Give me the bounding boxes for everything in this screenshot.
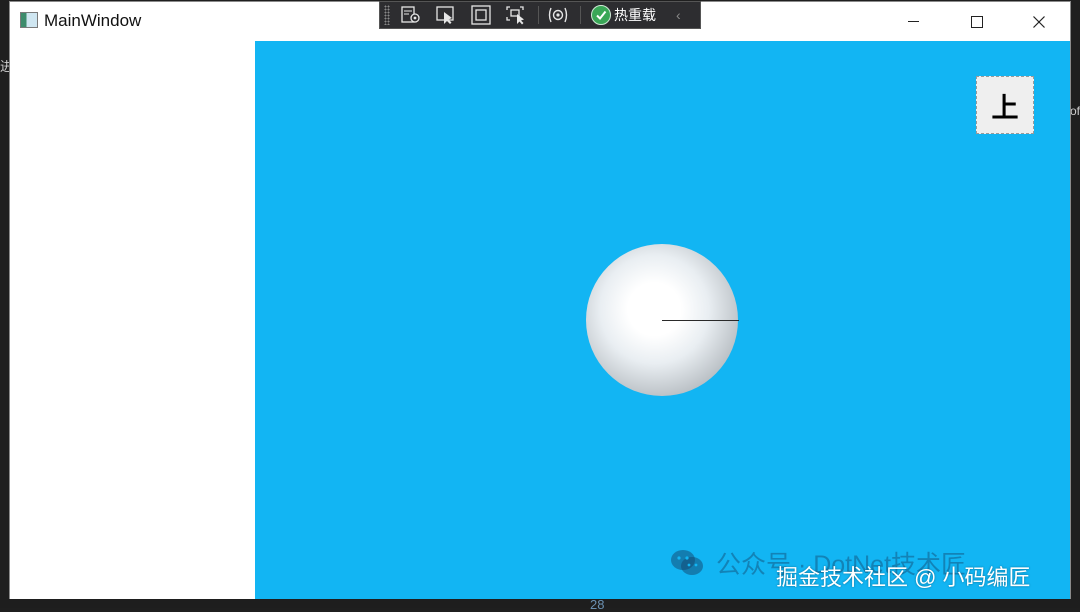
select-element-button[interactable] — [433, 4, 459, 26]
ide-edge-text: of — [1070, 104, 1080, 118]
maximize-icon — [971, 15, 983, 28]
watermark-caption: 掘金技术社区 @ 小码编匠 — [776, 565, 1031, 590]
check-circle-icon — [591, 5, 611, 25]
track-focus-button[interactable] — [503, 4, 529, 26]
3d-viewport[interactable]: 上 — [255, 41, 1070, 599]
maximize-button[interactable] — [954, 2, 1000, 41]
display-adorners-button[interactable] — [468, 4, 494, 26]
chevron-left-icon[interactable]: ‹ — [676, 7, 681, 23]
close-button[interactable] — [1016, 2, 1062, 41]
display-adorners-icon — [471, 5, 491, 25]
track-focus-icon — [506, 6, 524, 25]
hot-reload-options-icon — [548, 7, 568, 23]
ide-background-right: of — [1070, 0, 1080, 608]
toolbar-grip[interactable] — [384, 5, 390, 25]
axis-line — [662, 320, 739, 321]
hot-reload-button[interactable]: 热重载 — [591, 5, 656, 25]
toolbar-separator — [580, 6, 581, 24]
minimize-button[interactable] — [890, 2, 936, 41]
window-title: MainWindow — [44, 11, 142, 30]
debug-toolbar: 热重载 ‹ — [379, 1, 701, 29]
minimize-icon — [907, 21, 919, 22]
toolbar-separator — [538, 6, 539, 24]
up-button[interactable]: 上 — [976, 76, 1034, 134]
wechat-icon — [671, 550, 703, 575]
hot-reload-options-button[interactable] — [545, 4, 571, 26]
ide-background-left: 进 — [0, 0, 13, 608]
select-element-icon — [436, 6, 454, 24]
close-icon — [1033, 15, 1045, 28]
line-number: 28 — [590, 597, 605, 612]
left-panel — [10, 41, 255, 599]
main-window: MainWindow 上 — [9, 1, 1071, 599]
hot-reload-label: 热重载 — [614, 7, 656, 23]
ide-background-bottom: 28 — [0, 597, 1080, 612]
live-visual-tree-button[interactable] — [398, 4, 424, 26]
app-icon — [20, 12, 38, 28]
live-visual-tree-icon — [401, 6, 420, 23]
